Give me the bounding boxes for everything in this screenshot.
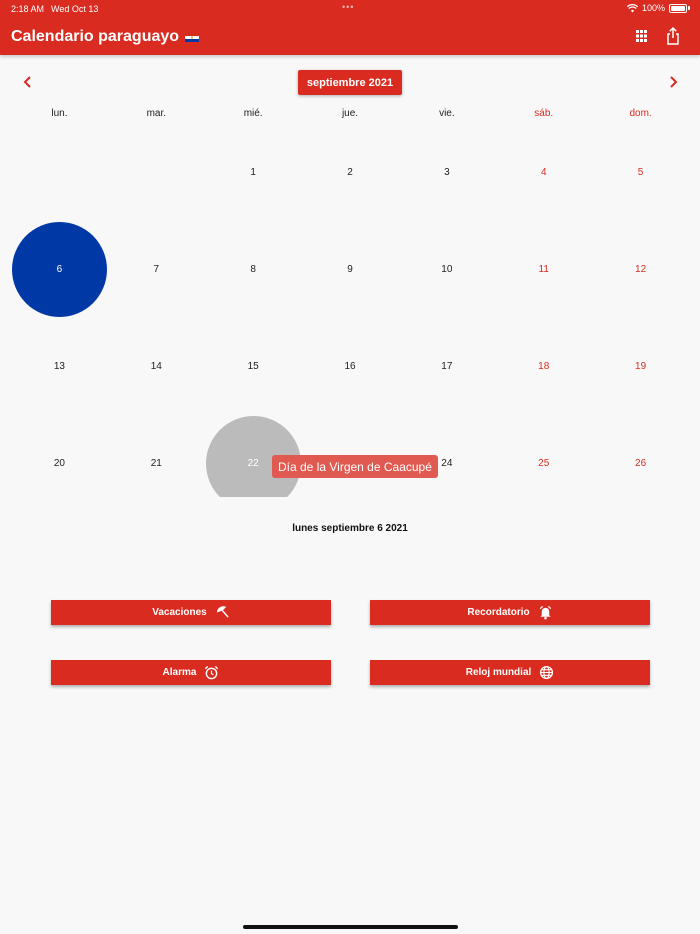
day-cell-10[interactable]: 10 bbox=[398, 221, 495, 317]
alarm-bell-icon bbox=[539, 605, 551, 620]
day-number: 20 bbox=[53, 457, 65, 469]
empty-day-cell bbox=[108, 124, 205, 220]
globe-icon bbox=[540, 665, 554, 680]
day-cell-12[interactable]: 12 bbox=[592, 221, 689, 317]
weekday-label: mié. bbox=[243, 108, 263, 119]
day-cell-26[interactable]: 26 bbox=[592, 415, 689, 497]
battery-percent: 100% bbox=[641, 3, 665, 13]
day-cell-11[interactable]: 11 bbox=[495, 221, 592, 317]
week-row: 13 14 15 16 17 18 19 bbox=[11, 318, 689, 414]
recordatorio-label: Recordatorio bbox=[467, 607, 530, 618]
alarm-clock-icon bbox=[205, 665, 219, 680]
day-number: 7 bbox=[153, 263, 160, 275]
day-cell-7[interactable]: 7 bbox=[108, 221, 205, 317]
reloj-mundial-button[interactable]: Reloj mundial bbox=[370, 660, 650, 685]
day-cell-13[interactable]: 13 bbox=[11, 318, 108, 414]
day-cell-21[interactable]: 21 bbox=[108, 415, 205, 497]
calendar-grid: 1234567891011121314151617181920212223242… bbox=[0, 124, 700, 497]
beach-umbrella-icon bbox=[216, 606, 229, 618]
wifi-icon bbox=[626, 3, 638, 12]
day-number: 9 bbox=[347, 263, 353, 275]
day-cell-14[interactable]: 14 bbox=[108, 318, 205, 414]
reloj-mundial-label: Reloj mundial bbox=[465, 667, 532, 678]
weekday-label: jue. bbox=[341, 108, 359, 119]
day-number: 25 bbox=[538, 457, 550, 469]
day-number: 22 bbox=[247, 457, 259, 469]
holiday-tooltip: Día de la Virgen de Caacupé bbox=[272, 455, 438, 478]
battery-tip bbox=[688, 6, 690, 10]
paraguay-flag-icon bbox=[185, 32, 200, 42]
status-right: 100% bbox=[626, 3, 690, 13]
day-number: 8 bbox=[250, 263, 256, 275]
weekday-label: lun. bbox=[51, 108, 68, 119]
day-cell-6[interactable]: 6 bbox=[11, 221, 108, 317]
week-row: 6 7 8 9 10 11 12 bbox=[11, 221, 689, 317]
week-row: 1 2 3 4 5 bbox=[11, 124, 689, 220]
weekday-label: dom. bbox=[629, 108, 652, 119]
day-cell-2[interactable]: 2 bbox=[302, 124, 399, 220]
alarma-button[interactable]: Alarma bbox=[51, 660, 331, 685]
weekday-label: sáb. bbox=[534, 108, 554, 119]
day-cell-25[interactable]: 25 bbox=[495, 415, 592, 497]
day-number: 12 bbox=[635, 263, 647, 275]
day-number: 17 bbox=[441, 360, 453, 372]
status-time: 2:18 AM bbox=[11, 4, 45, 14]
day-cell-8[interactable]: 8 bbox=[205, 221, 302, 317]
vacaciones-button[interactable]: Vacaciones bbox=[51, 600, 331, 625]
day-cell-4[interactable]: 4 bbox=[495, 124, 592, 220]
day-number: 14 bbox=[150, 360, 162, 372]
day-number: 4 bbox=[540, 166, 547, 178]
share-icon[interactable] bbox=[663, 26, 683, 46]
day-number: 1 bbox=[250, 166, 256, 178]
app-title: Calendario paraguayo bbox=[11, 28, 200, 46]
empty-day-cell bbox=[11, 124, 108, 220]
day-number: 3 bbox=[444, 166, 450, 178]
battery-icon bbox=[669, 3, 687, 13]
day-number: 10 bbox=[441, 263, 453, 275]
day-number: 18 bbox=[538, 360, 550, 372]
weekday-header: lun. mar. mié. jue. vie. sáb. dom. bbox=[11, 108, 689, 124]
weekday-label: vie. bbox=[439, 108, 455, 119]
home-indicator[interactable] bbox=[243, 925, 458, 929]
day-number: 16 bbox=[344, 360, 356, 372]
day-cell-16[interactable]: 16 bbox=[302, 318, 399, 414]
selected-date-label: lunes septiembre 6 2021 bbox=[292, 523, 408, 534]
day-cell-19[interactable]: 19 bbox=[592, 318, 689, 414]
status-bar: 2:18 AM Wed Oct 13 ••• 100% bbox=[0, 0, 700, 18]
day-cell-17[interactable]: 17 bbox=[398, 318, 495, 414]
app-title-text: Calendario paraguayo bbox=[11, 28, 180, 45]
day-cell-3[interactable]: 3 bbox=[398, 124, 495, 220]
weekday-label: mar. bbox=[146, 108, 167, 119]
day-cell-9[interactable]: 9 bbox=[302, 221, 399, 317]
day-number: 13 bbox=[53, 360, 65, 372]
multitasking-dots-icon[interactable]: ••• bbox=[342, 2, 354, 12]
status-date: Wed Oct 13 bbox=[51, 4, 99, 14]
day-cell-18[interactable]: 18 bbox=[495, 318, 592, 414]
day-number: 21 bbox=[150, 457, 162, 469]
day-number: 26 bbox=[635, 457, 647, 469]
day-number: 11 bbox=[538, 263, 549, 275]
day-number: 5 bbox=[637, 166, 644, 178]
day-cell-5[interactable]: 5 bbox=[592, 124, 689, 220]
day-cell-1[interactable]: 1 bbox=[205, 124, 302, 220]
previous-month-chevron-icon[interactable] bbox=[20, 74, 36, 90]
day-cell-20[interactable]: 20 bbox=[11, 415, 108, 497]
day-number: 2 bbox=[347, 166, 353, 178]
next-month-chevron-icon[interactable] bbox=[665, 74, 681, 90]
day-number: 6 bbox=[56, 263, 63, 275]
day-number: 15 bbox=[247, 360, 259, 372]
grid-icon[interactable] bbox=[631, 26, 651, 46]
alarma-label: Alarma bbox=[162, 667, 197, 678]
day-number: 24 bbox=[441, 457, 453, 469]
month-selector-button[interactable]: septiembre 2021 bbox=[298, 70, 402, 95]
vacaciones-label: Vacaciones bbox=[152, 607, 207, 618]
day-cell-15[interactable]: 15 bbox=[205, 318, 302, 414]
recordatorio-button[interactable]: Recordatorio bbox=[370, 600, 650, 625]
day-number: 19 bbox=[635, 360, 647, 372]
app-header: Calendario paraguayo bbox=[0, 18, 700, 55]
